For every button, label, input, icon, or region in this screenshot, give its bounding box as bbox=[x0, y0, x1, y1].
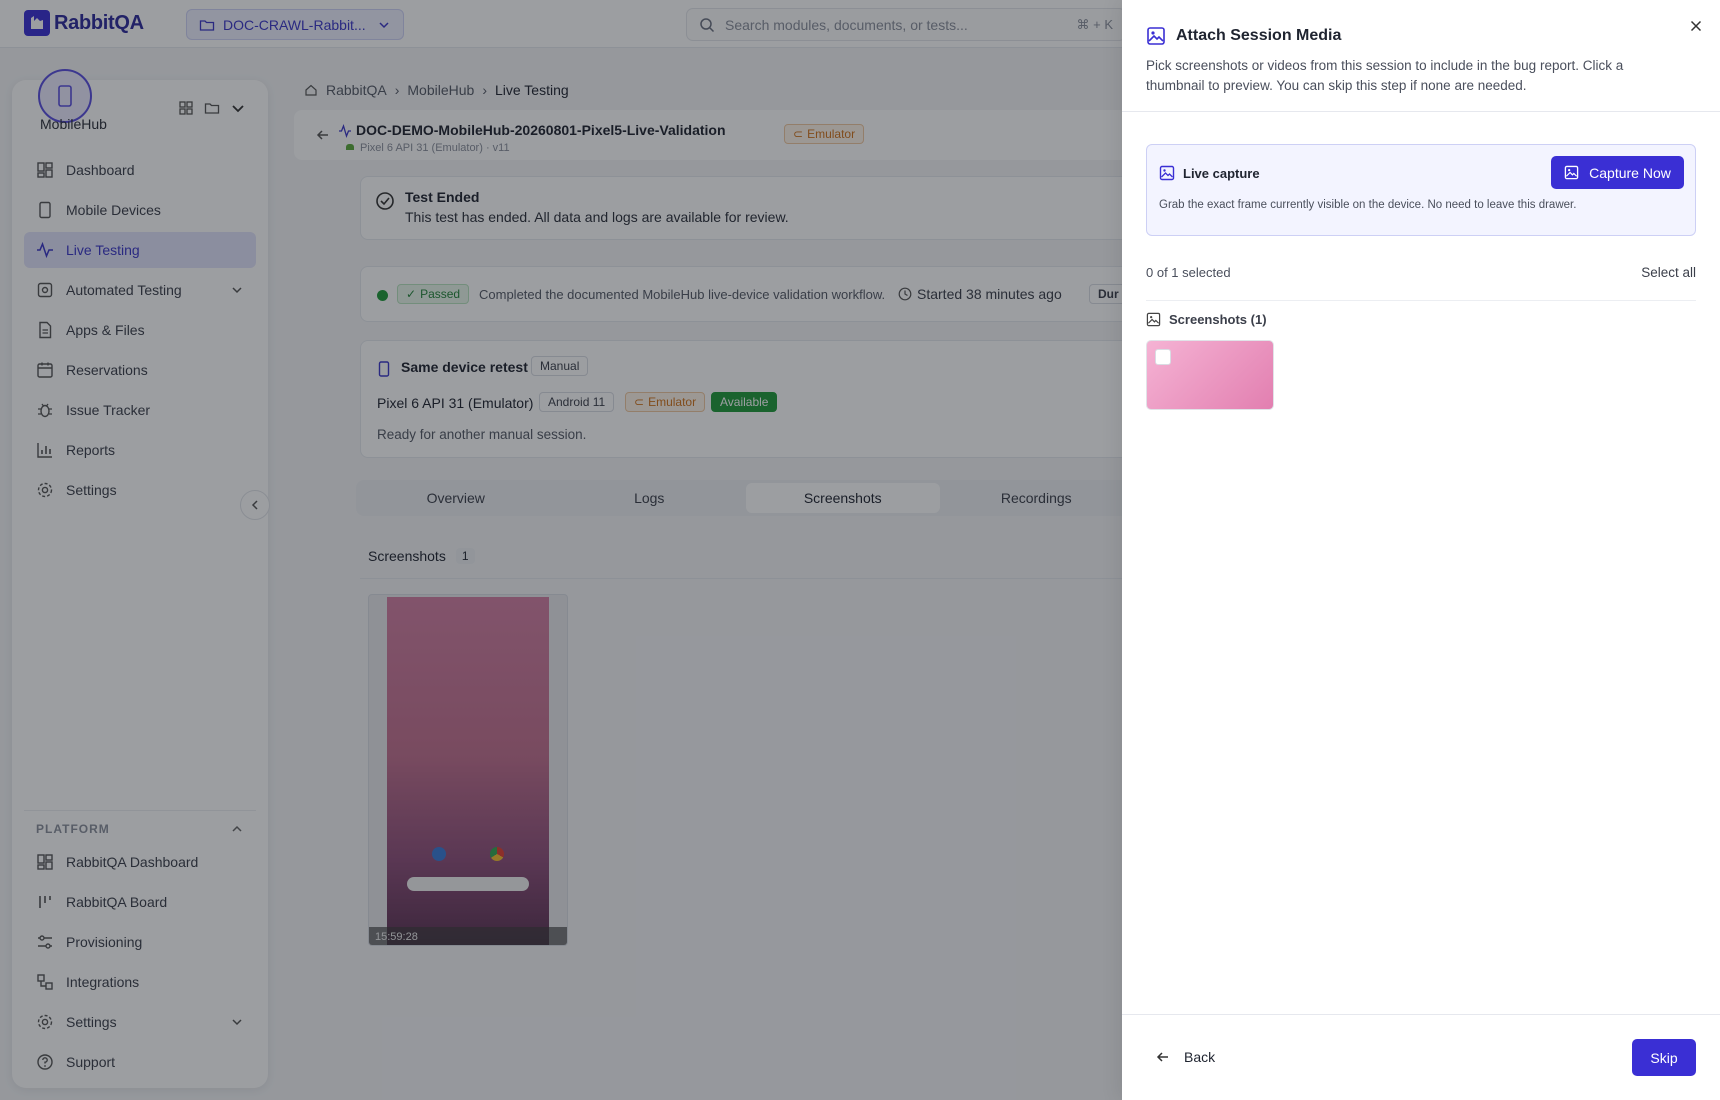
arrow-left-icon bbox=[1156, 1052, 1168, 1062]
screenshots-group-label: Screenshots (1) bbox=[1169, 312, 1267, 327]
drawer-title: Attach Session Media bbox=[1176, 27, 1342, 44]
capture-now-label: Capture Now bbox=[1589, 164, 1671, 181]
image-icon bbox=[1147, 27, 1165, 45]
drawer-title-row: Attach Session Media bbox=[1146, 26, 1341, 46]
modal-backdrop[interactable] bbox=[0, 0, 1122, 1100]
image-icon bbox=[1146, 312, 1161, 327]
live-capture-panel: Live capture Capture Now Grab the exact … bbox=[1146, 144, 1696, 236]
screenshot-thumbnail[interactable] bbox=[1146, 340, 1274, 410]
skip-button[interactable]: Skip bbox=[1632, 1039, 1696, 1076]
selection-row: 0 of 1 selected Select all bbox=[1146, 265, 1696, 301]
capture-now-button[interactable]: Capture Now bbox=[1551, 156, 1684, 189]
image-icon bbox=[1159, 165, 1175, 181]
screenshots-group-header: Screenshots (1) bbox=[1146, 312, 1267, 327]
live-capture-description: Grab the exact frame currently visible o… bbox=[1159, 199, 1577, 211]
image-icon bbox=[1564, 165, 1579, 180]
back-label: Back bbox=[1184, 1049, 1216, 1065]
live-capture-label-row: Live capture bbox=[1159, 165, 1260, 181]
select-all-button[interactable]: Select all bbox=[1641, 265, 1696, 280]
attach-media-drawer: Attach Session Media Pick screenshots or… bbox=[1122, 0, 1720, 1100]
close-button[interactable] bbox=[1686, 16, 1706, 36]
selection-count: 0 of 1 selected bbox=[1146, 265, 1231, 280]
drawer-footer: Back Skip bbox=[1122, 1014, 1720, 1100]
screenshot-checkbox[interactable] bbox=[1155, 349, 1171, 365]
drawer-description: Pick screenshots or videos from this ses… bbox=[1146, 58, 1624, 93]
drawer-header: Attach Session Media Pick screenshots or… bbox=[1122, 0, 1720, 112]
close-icon bbox=[1690, 20, 1702, 32]
live-capture-label: Live capture bbox=[1183, 165, 1260, 181]
back-button[interactable]: Back bbox=[1156, 1049, 1215, 1065]
